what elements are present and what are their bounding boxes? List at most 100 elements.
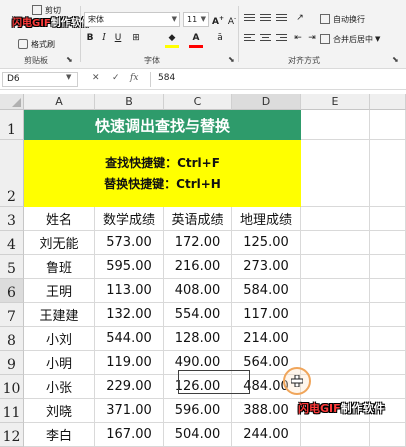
underline-icon[interactable]: U	[112, 32, 124, 45]
title-cell[interactable]: 快速调出查找与替换	[24, 110, 301, 140]
name-cell[interactable]: 王明	[24, 279, 95, 303]
align-center-icon[interactable]	[260, 34, 271, 43]
align-bottom-icon[interactable]	[276, 14, 287, 23]
score-cell[interactable]: 117.00	[232, 303, 301, 327]
score-cell[interactable]: 273.00	[232, 255, 301, 279]
merge-center-button[interactable]: 合并后居中 ▼	[320, 31, 380, 47]
cell[interactable]	[301, 110, 370, 140]
increase-indent-icon[interactable]: ⇥	[306, 32, 318, 45]
cell[interactable]	[370, 375, 406, 399]
font-size-select[interactable]: 11 ▼	[183, 12, 209, 27]
expand-icon[interactable]: ⬊	[392, 55, 399, 64]
row-header-2[interactable]: 2	[0, 140, 24, 207]
score-cell[interactable]: 371.00	[95, 399, 164, 423]
align-right-icon[interactable]	[276, 34, 287, 43]
function-icon[interactable]: fx	[130, 73, 138, 83]
cell[interactable]	[301, 375, 370, 399]
column-header-a[interactable]: A	[24, 94, 95, 110]
column-header-e[interactable]: E	[301, 94, 370, 110]
chevron-down-icon[interactable]: ▼	[66, 73, 71, 81]
header-cell-geography[interactable]: 地理成绩	[232, 207, 301, 231]
cell[interactable]	[301, 231, 370, 255]
orientation-icon[interactable]: ↗	[294, 12, 306, 25]
cell[interactable]	[301, 327, 370, 351]
cell[interactable]	[370, 110, 406, 140]
row-header-1[interactable]: 1	[0, 110, 24, 140]
score-cell[interactable]: 167.00	[95, 423, 164, 447]
row-header-10[interactable]: 10	[0, 375, 24, 399]
cell[interactable]	[370, 140, 406, 207]
row-header-5[interactable]: 5	[0, 255, 24, 279]
cell[interactable]	[370, 327, 406, 351]
cell[interactable]	[301, 255, 370, 279]
cell[interactable]	[370, 303, 406, 327]
score-cell[interactable]: 544.00	[95, 327, 164, 351]
italic-icon[interactable]: I	[98, 32, 110, 45]
score-cell[interactable]: 113.00	[95, 279, 164, 303]
wrap-text-button[interactable]: 自动换行	[320, 11, 365, 27]
header-cell-english[interactable]: 英语成绩	[164, 207, 232, 231]
name-cell[interactable]: 王建建	[24, 303, 95, 327]
align-middle-icon[interactable]	[260, 14, 271, 23]
row-header-9[interactable]: 9	[0, 351, 24, 375]
row-header-12[interactable]: 12	[0, 423, 24, 447]
font-color-icon[interactable]: A	[190, 32, 202, 45]
align-top-icon[interactable]	[244, 14, 255, 23]
expand-icon[interactable]: ⬊	[66, 55, 73, 64]
name-cell[interactable]: 小张	[24, 375, 95, 399]
row-header-4[interactable]: 4	[0, 231, 24, 255]
score-cell[interactable]: 216.00	[164, 255, 232, 279]
shrink-font-icon[interactable]: A-	[226, 12, 238, 29]
score-cell[interactable]: 388.00	[232, 399, 301, 423]
cell[interactable]	[301, 279, 370, 303]
name-cell[interactable]: 刘无能	[24, 231, 95, 255]
column-header-f[interactable]	[370, 94, 406, 110]
cell[interactable]	[370, 207, 406, 231]
header-cell-name[interactable]: 姓名	[24, 207, 95, 231]
bold-icon[interactable]: B	[84, 32, 96, 45]
score-cell[interactable]: 573.00	[95, 231, 164, 255]
cell[interactable]	[301, 140, 370, 207]
score-cell[interactable]: 584.00	[232, 279, 301, 303]
row-header-7[interactable]: 7	[0, 303, 24, 327]
score-cell[interactable]: 408.00	[164, 279, 232, 303]
format-painter-button[interactable]: 格式刷	[18, 36, 55, 52]
row-header-3[interactable]: 3	[0, 207, 24, 231]
score-cell[interactable]: 504.00	[164, 423, 232, 447]
name-cell[interactable]: 小明	[24, 351, 95, 375]
cell[interactable]	[301, 423, 370, 447]
cell[interactable]	[370, 423, 406, 447]
cell[interactable]	[370, 279, 406, 303]
expand-icon[interactable]: ⬊	[228, 55, 235, 64]
grow-font-icon[interactable]: A+	[212, 12, 224, 29]
header-cell-math[interactable]: 数学成绩	[95, 207, 164, 231]
cell[interactable]	[301, 303, 370, 327]
border-icon[interactable]: ⊞	[130, 32, 142, 45]
name-cell[interactable]: 刘晓	[24, 399, 95, 423]
cell[interactable]	[370, 351, 406, 375]
score-cell[interactable]: 244.00	[232, 423, 301, 447]
row-header-11[interactable]: 11	[0, 399, 24, 423]
cell[interactable]	[301, 351, 370, 375]
row-header-6[interactable]: 6	[0, 279, 24, 303]
align-left-icon[interactable]	[244, 34, 255, 43]
score-cell[interactable]: 214.00	[232, 327, 301, 351]
score-cell[interactable]: 596.00	[164, 399, 232, 423]
score-cell[interactable]: 125.00	[232, 231, 301, 255]
score-cell[interactable]: 229.00	[95, 375, 164, 399]
score-cell[interactable]: 132.00	[95, 303, 164, 327]
cut-button[interactable]: 剪切	[32, 2, 61, 18]
column-header-d[interactable]: D	[232, 94, 301, 110]
fill-color-icon[interactable]: ◆	[166, 32, 178, 45]
name-cell[interactable]: 李白	[24, 423, 95, 447]
row-header-8[interactable]: 8	[0, 327, 24, 351]
score-cell[interactable]: 554.00	[164, 303, 232, 327]
phonetic-icon[interactable]: ā	[214, 32, 226, 45]
score-cell[interactable]: 119.00	[95, 351, 164, 375]
column-header-c[interactable]: C	[164, 94, 232, 110]
formula-input[interactable]: 584	[158, 73, 175, 83]
confirm-icon[interactable]: ✓	[112, 73, 120, 83]
score-cell[interactable]: 128.00	[164, 327, 232, 351]
font-name-select[interactable]: 宋体 ▼	[84, 12, 180, 27]
name-cell[interactable]: 小刘	[24, 327, 95, 351]
